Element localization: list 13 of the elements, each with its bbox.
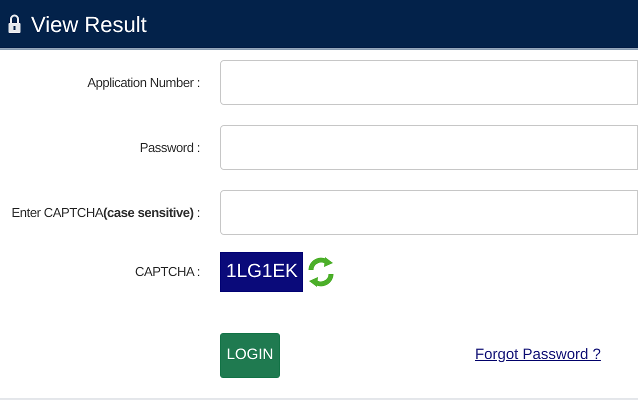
page-title: View Result [31,10,147,38]
input-field[interactable] [220,60,638,105]
field-label: Password : [140,138,200,157]
input-field[interactable] [220,125,638,170]
forgot-password-link[interactable]: Forgot Password ? [475,344,601,367]
login-button[interactable]: LOGIN [220,333,280,378]
field-label: Application Number : [87,74,200,92]
padlock-icon [8,14,21,34]
refresh-icon[interactable] [306,255,336,289]
input-field[interactable] [220,190,638,235]
captcha-label: CAPTCHA : [134,263,200,282]
captcha-image: 1LG1EK [220,252,303,292]
field-label: Enter CAPTCHA(case sensitive) : [12,204,200,222]
